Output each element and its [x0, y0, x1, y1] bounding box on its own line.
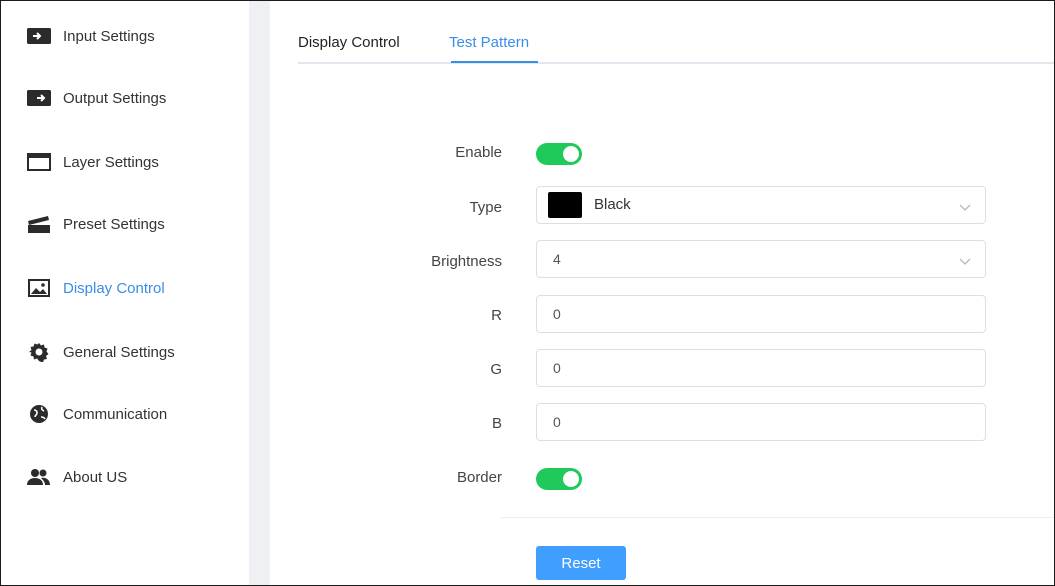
- g-input[interactable]: 0: [536, 349, 986, 387]
- tab-test-pattern[interactable]: Test Pattern: [449, 34, 529, 51]
- tab-display-control[interactable]: Display Control: [298, 34, 400, 51]
- sidebar: Input Settings Output Settings Layer Set…: [1, 1, 249, 585]
- color-swatch: [548, 192, 582, 218]
- sidebar-item-about-us[interactable]: About US: [1, 462, 249, 492]
- b-label: B: [491, 415, 502, 432]
- sidebar-item-general-settings[interactable]: General Settings: [1, 337, 249, 367]
- toggle-knob: [563, 146, 579, 162]
- tab-bar-line: [298, 62, 1054, 64]
- globe-icon: [25, 402, 53, 426]
- active-tab-indicator: [451, 61, 538, 63]
- r-input[interactable]: 0: [536, 295, 986, 333]
- sidebar-item-label: Layer Settings: [63, 153, 159, 171]
- sidebar-item-preset-settings[interactable]: Preset Settings: [1, 209, 249, 239]
- sidebar-item-layer-settings[interactable]: Layer Settings: [1, 147, 249, 177]
- g-input-value: 0: [553, 360, 561, 376]
- enable-toggle[interactable]: [536, 143, 582, 165]
- tab-bar: Display Control Test Pattern: [298, 1, 1054, 63]
- toggle-knob: [563, 471, 579, 487]
- border-label: Border: [456, 469, 502, 486]
- b-input[interactable]: 0: [536, 403, 986, 441]
- sidebar-item-label: Input Settings: [63, 27, 155, 45]
- r-input-value: 0: [553, 306, 561, 322]
- reset-button[interactable]: Reset: [536, 546, 626, 580]
- image-icon: [25, 276, 53, 300]
- type-label: Type: [469, 199, 502, 216]
- sidebar-item-label: Communication: [63, 405, 168, 423]
- b-input-value: 0: [553, 414, 561, 430]
- clapperboard-icon: [25, 212, 53, 236]
- g-label: G: [490, 361, 502, 378]
- r-label: R: [491, 307, 502, 324]
- gear-icon: [25, 340, 53, 364]
- type-select-value: Black: [594, 196, 631, 213]
- sidebar-item-label: General Settings: [63, 343, 175, 361]
- brightness-select[interactable]: 4: [536, 240, 986, 278]
- sidebar-item-label: Output Settings: [63, 89, 167, 107]
- sidebar-item-label: Display Control: [63, 279, 165, 297]
- chevron-down-icon: [959, 199, 971, 217]
- sidebar-item-label: About US: [63, 468, 128, 486]
- border-toggle[interactable]: [536, 468, 582, 490]
- content-gutter: [252, 1, 270, 585]
- sidebar-item-output-settings[interactable]: Output Settings: [1, 83, 249, 113]
- enable-label: Enable: [455, 144, 502, 161]
- sidebar-item-input-settings[interactable]: Input Settings: [1, 21, 249, 51]
- sidebar-item-communication[interactable]: Communication: [1, 399, 249, 429]
- chevron-down-icon: [959, 253, 971, 271]
- layer-window-icon: [25, 150, 53, 174]
- brightness-select-value: 4: [553, 251, 561, 267]
- brightness-label: Brightness: [431, 253, 502, 270]
- users-icon: [25, 465, 53, 489]
- output-icon: [25, 86, 53, 110]
- sidebar-item-label: Preset Settings: [63, 215, 165, 233]
- app-window: Input Settings Output Settings Layer Set…: [0, 0, 1055, 586]
- sidebar-item-display-control[interactable]: Display Control: [1, 273, 249, 303]
- input-icon: [25, 24, 53, 48]
- type-select[interactable]: Black: [536, 186, 986, 224]
- main-content: Display Control Test Pattern Enable Type…: [270, 1, 1054, 585]
- form-divider: [501, 517, 1054, 518]
